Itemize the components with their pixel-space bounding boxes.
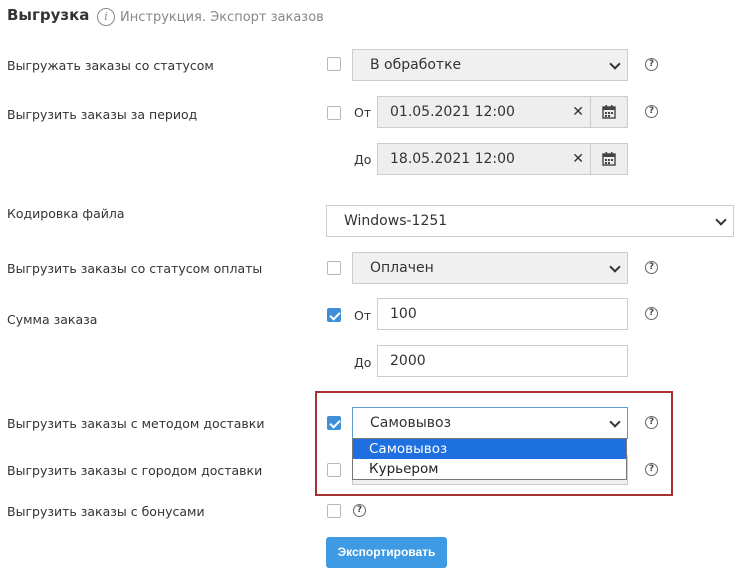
order-sum-label: Сумма заказа (7, 312, 98, 327)
period-from-label: От (354, 105, 372, 120)
period-from-input[interactable]: 01.05.2021 12:00 ✕ (377, 96, 591, 128)
calendar-icon (602, 105, 616, 119)
bonuses-label: Выгрузить заказы с бонусами (7, 504, 205, 519)
export-button[interactable]: Экспортировать (326, 537, 447, 568)
period-label: Выгрузить заказы за период (7, 107, 198, 122)
help-icon[interactable]: ? (645, 416, 658, 429)
bonuses-checkbox[interactable] (327, 504, 341, 518)
period-checkbox[interactable] (327, 106, 341, 120)
period-to-label: До (354, 152, 372, 167)
period-to-input[interactable]: 18.05.2021 12:00 ✕ (377, 143, 591, 175)
help-icon[interactable]: ? (353, 504, 366, 517)
order-status-checkbox[interactable] (327, 57, 341, 71)
order-sum-from-label: От (354, 308, 372, 323)
calendar-icon (602, 152, 616, 166)
order-status-select[interactable]: В обработке (352, 49, 628, 81)
order-status-label: Выгружать заказы со статусом (7, 58, 214, 73)
encoding-select[interactable]: Windows-1251 (326, 205, 734, 237)
page-title: Выгрузка (7, 6, 90, 24)
order-sum-to-label: До (354, 355, 372, 370)
period-from-value: 01.05.2021 12:00 (390, 104, 515, 120)
order-status-select-value: В обработке (370, 57, 462, 73)
chevron-down-icon (609, 416, 621, 428)
clear-icon[interactable]: ✕ (572, 105, 584, 119)
clear-icon[interactable]: ✕ (572, 152, 584, 166)
order-sum-checkbox[interactable] (327, 308, 341, 322)
payment-status-select[interactable]: Оплачен (352, 252, 628, 284)
delivery-method-checkbox[interactable] (327, 416, 341, 430)
info-icon[interactable]: i (97, 8, 115, 26)
chevron-down-icon (715, 214, 727, 226)
dropdown-option[interactable]: Самовывоз (353, 439, 626, 459)
delivery-city-label: Выгрузить заказы с городом доставки (7, 463, 263, 478)
payment-status-label: Выгрузить заказы со статусом оплаты (7, 261, 263, 276)
help-icon[interactable]: ? (645, 105, 658, 118)
help-icon[interactable]: ? (645, 261, 658, 274)
help-icon[interactable]: ? (645, 58, 658, 71)
payment-status-select-value: Оплачен (370, 260, 434, 276)
chevron-down-icon (609, 58, 621, 70)
dropdown-option[interactable]: Курьером (353, 459, 626, 479)
chevron-down-icon (609, 261, 621, 273)
order-sum-to-value: 2000 (390, 353, 426, 369)
payment-status-checkbox[interactable] (327, 261, 341, 275)
encoding-select-value: Windows-1251 (344, 213, 448, 229)
delivery-method-select-value: Самовывоз (370, 415, 452, 431)
delivery-method-dropdown: Самовывоз Курьером (352, 438, 627, 480)
order-sum-to-input[interactable]: 2000 (377, 345, 628, 377)
order-sum-from-input[interactable]: 100 (377, 298, 628, 330)
help-icon[interactable]: ? (645, 463, 658, 476)
order-sum-from-value: 100 (390, 306, 417, 322)
help-icon[interactable]: ? (645, 307, 658, 320)
delivery-method-select[interactable]: Самовывоз (352, 407, 628, 439)
period-to-value: 18.05.2021 12:00 (390, 151, 515, 167)
encoding-label: Кодировка файла (7, 206, 125, 221)
delivery-city-checkbox[interactable] (327, 463, 341, 477)
delivery-method-label: Выгрузить заказы с методом доставки (7, 416, 265, 431)
instruction-link[interactable]: Инструкция. Экспорт заказов (120, 10, 324, 25)
calendar-button[interactable] (590, 96, 628, 128)
calendar-button[interactable] (590, 143, 628, 175)
